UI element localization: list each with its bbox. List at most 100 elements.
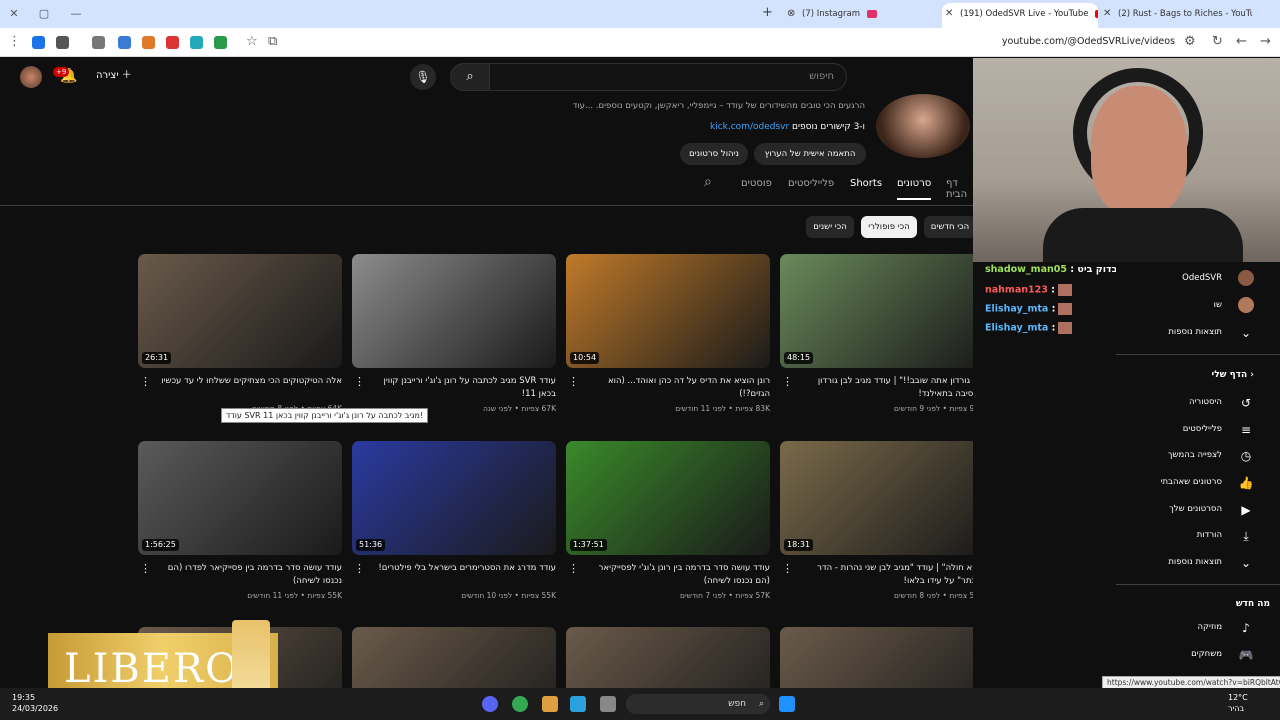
close-tab-icon[interactable]: ✕: [1103, 3, 1111, 25]
back-icon[interactable]: →: [1260, 34, 1271, 49]
chrome-icon[interactable]: [512, 696, 528, 712]
mic-icon[interactable]: 🎙: [410, 64, 436, 90]
video-title[interactable]: עודד עושה סדר בדרמה בין פסייקיאר לפדרו (…: [158, 562, 342, 588]
close-tab-icon[interactable]: ✕: [945, 3, 953, 25]
extension-icon[interactable]: [92, 36, 105, 49]
video-card[interactable]: 1:37:51 ⋮ עודד עושה סדר בדרמה בין רונן ג'ו…: [566, 441, 770, 616]
more-options-icon[interactable]: ⋮: [568, 375, 579, 388]
sidebar-item-subscription[interactable]: שו: [1116, 293, 1280, 319]
video-thumbnail[interactable]: [566, 254, 770, 368]
extension-icon[interactable]: [142, 36, 155, 49]
menu-icon[interactable]: ⋮: [8, 34, 21, 49]
manage-videos-button[interactable]: ניהול סרטונים: [680, 143, 748, 165]
app-icon[interactable]: [542, 696, 558, 712]
search-icon[interactable]: ⌕: [450, 63, 490, 91]
sidebar-item-downloads[interactable]: ⤓ הורדות: [1116, 523, 1280, 549]
chip-newest[interactable]: הכי חדשים: [924, 216, 973, 238]
discord-icon[interactable]: [482, 696, 498, 712]
video-title[interactable]: עודד מדרג את הסטרימרים בישראל בלי פילטרי…: [372, 562, 556, 575]
video-title[interactable]: אלה הטיקטוקים הכי מצחיקים ששלחו לי עד עכ…: [158, 375, 342, 388]
video-title[interactable]: עודד SVR מגיב לכתבה על רונן ג'וג'י ורייב…: [372, 375, 556, 401]
tab-search-icon[interactable]: ⧉: [268, 34, 277, 49]
chip-oldest[interactable]: הכי ישנים: [806, 216, 854, 238]
video-thumbnail[interactable]: [138, 254, 342, 368]
video-thumbnail[interactable]: [566, 627, 770, 688]
sidebar-item-more[interactable]: ⌄ תוצאות נוספות: [1116, 320, 1280, 346]
channel-links[interactable]: kick.com/odedsvr ו-3 קישורים נוספים: [710, 122, 865, 132]
windows-start-icon[interactable]: [779, 696, 795, 712]
extension-icon[interactable]: [190, 36, 203, 49]
video-thumbnail[interactable]: [352, 254, 556, 368]
extension-icon[interactable]: [166, 36, 179, 49]
tab-posts[interactable]: פוסטים: [741, 178, 772, 204]
tab-rust[interactable]: ✕ (2) Rust - Bags to Riches - YouTu: [1100, 3, 1252, 28]
sidebar-item-liked[interactable]: 👍 סרטונים שאהבתי: [1116, 470, 1280, 496]
extension-icon[interactable]: [32, 36, 45, 49]
close-window-icon[interactable]: ✕: [6, 6, 22, 22]
video-card[interactable]: 18:31 ⋮ "הוא חולה" | עודד "מגיב לבן שני נה…: [780, 441, 973, 616]
video-thumbnail[interactable]: [352, 627, 556, 688]
extension-icon[interactable]: [214, 36, 227, 49]
more-options-icon[interactable]: ⋮: [354, 562, 365, 575]
new-tab-icon[interactable]: +: [762, 5, 773, 20]
video-thumbnail[interactable]: [138, 441, 342, 555]
video-thumbnail[interactable]: [780, 627, 973, 688]
sidebar-item-playlists[interactable]: ≡ פלייליסטים: [1116, 417, 1280, 443]
reload-icon[interactable]: ↻: [1212, 34, 1223, 49]
more-options-icon[interactable]: ⋮: [354, 375, 365, 388]
sidebar-item-more[interactable]: ⌄ תוצאות נוספות: [1116, 550, 1280, 576]
customize-channel-button[interactable]: התאמה אישית של הערוץ: [754, 143, 866, 165]
weather-widget[interactable]: 12°C בהיר: [1228, 692, 1248, 714]
telegram-icon[interactable]: [570, 696, 586, 712]
video-thumbnail[interactable]: [566, 441, 770, 555]
tab-playlists[interactable]: פלייליסטים: [788, 178, 834, 204]
more-options-icon[interactable]: ⋮: [140, 375, 151, 388]
minimize-window-icon[interactable]: —: [68, 6, 84, 22]
file-explorer-icon[interactable]: [600, 696, 616, 712]
video-card[interactable]: 26:31 ⋮ אלה הטיקטוקים הכי מצחיקים ששלחו לי…: [138, 254, 342, 429]
extension-icon[interactable]: [118, 36, 131, 49]
sidebar-item-gaming[interactable]: 🎮 משחקים: [1116, 642, 1280, 668]
video-card[interactable]: ⋮ עודד SVR מגיב לכתבה על רונן ג'וג'י וריי…: [352, 254, 556, 429]
video-title[interactable]: "בן גורדון אתה שובב!!" | עודד מגיב לבן ג…: [800, 375, 973, 401]
create-button[interactable]: יצירה ＋: [96, 66, 132, 88]
more-options-icon[interactable]: ⋮: [782, 375, 793, 388]
video-card[interactable]: 48:15 ⋮ "בן גורדון אתה שובב!!" | עודד מגיב…: [780, 254, 973, 429]
video-thumbnail[interactable]: [352, 441, 556, 555]
tab-instagram[interactable]: ⊗ (7) Instagram: [784, 3, 936, 28]
tab-home[interactable]: דף הבית: [946, 178, 973, 204]
channel-search-icon[interactable]: ⌕: [704, 174, 712, 200]
you-section-header[interactable]: הדף שלי ›: [1212, 370, 1254, 380]
video-card[interactable]: 1:56:25 ⋮ עודד עושה סדר בדרמה בין פסייקיאר…: [138, 441, 342, 616]
extension-icon[interactable]: [56, 36, 69, 49]
sidebar-item-your-videos[interactable]: ▶ הסרטונים שלך: [1116, 497, 1280, 523]
tab-shorts[interactable]: Shorts: [850, 178, 882, 204]
video-card[interactable]: 51:36 ⋮ עודד מדרג את הסטרימרים בישראל בלי …: [352, 441, 556, 616]
video-title[interactable]: "הוא חולה" | עודד "מגיב לבן שני נהרות - …: [800, 562, 973, 588]
sidebar-item-music[interactable]: ♪ מוזיקה: [1116, 615, 1280, 641]
more-options-icon[interactable]: ⋮: [140, 562, 151, 575]
more-options-icon[interactable]: ⋮: [568, 562, 579, 575]
video-title[interactable]: רונן הוציא את הדיס על דה כהן ואוהד... (ה…: [586, 375, 770, 401]
close-tab-icon[interactable]: ⊗: [787, 3, 795, 25]
video-card[interactable]: 10:54 ⋮ רונן הוציא את הדיס על דה כהן ואוהד…: [566, 254, 770, 429]
sidebar-item-subscription[interactable]: OdedSVR: [1116, 266, 1280, 292]
more-options-icon[interactable]: ⋮: [782, 562, 793, 575]
chip-popular[interactable]: הכי פופולרי: [861, 216, 917, 238]
clock[interactable]: 19:35 24/03/2026: [12, 692, 58, 714]
channel-description[interactable]: הרגעים הכי טובים מהשידורים של עודד – גיי…: [573, 101, 865, 111]
video-thumbnail[interactable]: [780, 441, 973, 555]
star-icon[interactable]: ☆: [246, 34, 258, 49]
tab-videos[interactable]: סרטונים: [897, 178, 932, 200]
video-thumbnail[interactable]: [780, 254, 973, 368]
channel-avatar[interactable]: [876, 94, 970, 158]
search-input[interactable]: חיפוש: [489, 63, 847, 91]
tab-oded-live[interactable]: ✕ (191) OdedSVR Live - YouTube: [942, 3, 1098, 28]
video-title[interactable]: עודד עושה סדר בדרמה בין רונן ג'וג'י לפסי…: [586, 562, 770, 588]
taskbar-search[interactable]: ⌕ חפש: [626, 694, 770, 714]
sidebar-item-watch-later[interactable]: ◷ לצפייה בהמשך: [1116, 443, 1280, 469]
restore-window-icon[interactable]: ▢: [36, 6, 52, 22]
forward-icon[interactable]: ←: [1236, 34, 1247, 49]
url-field[interactable]: youtube.com/@OdedSVRLive/videos: [1002, 36, 1175, 47]
site-settings-icon[interactable]: ⚙: [1184, 34, 1196, 49]
